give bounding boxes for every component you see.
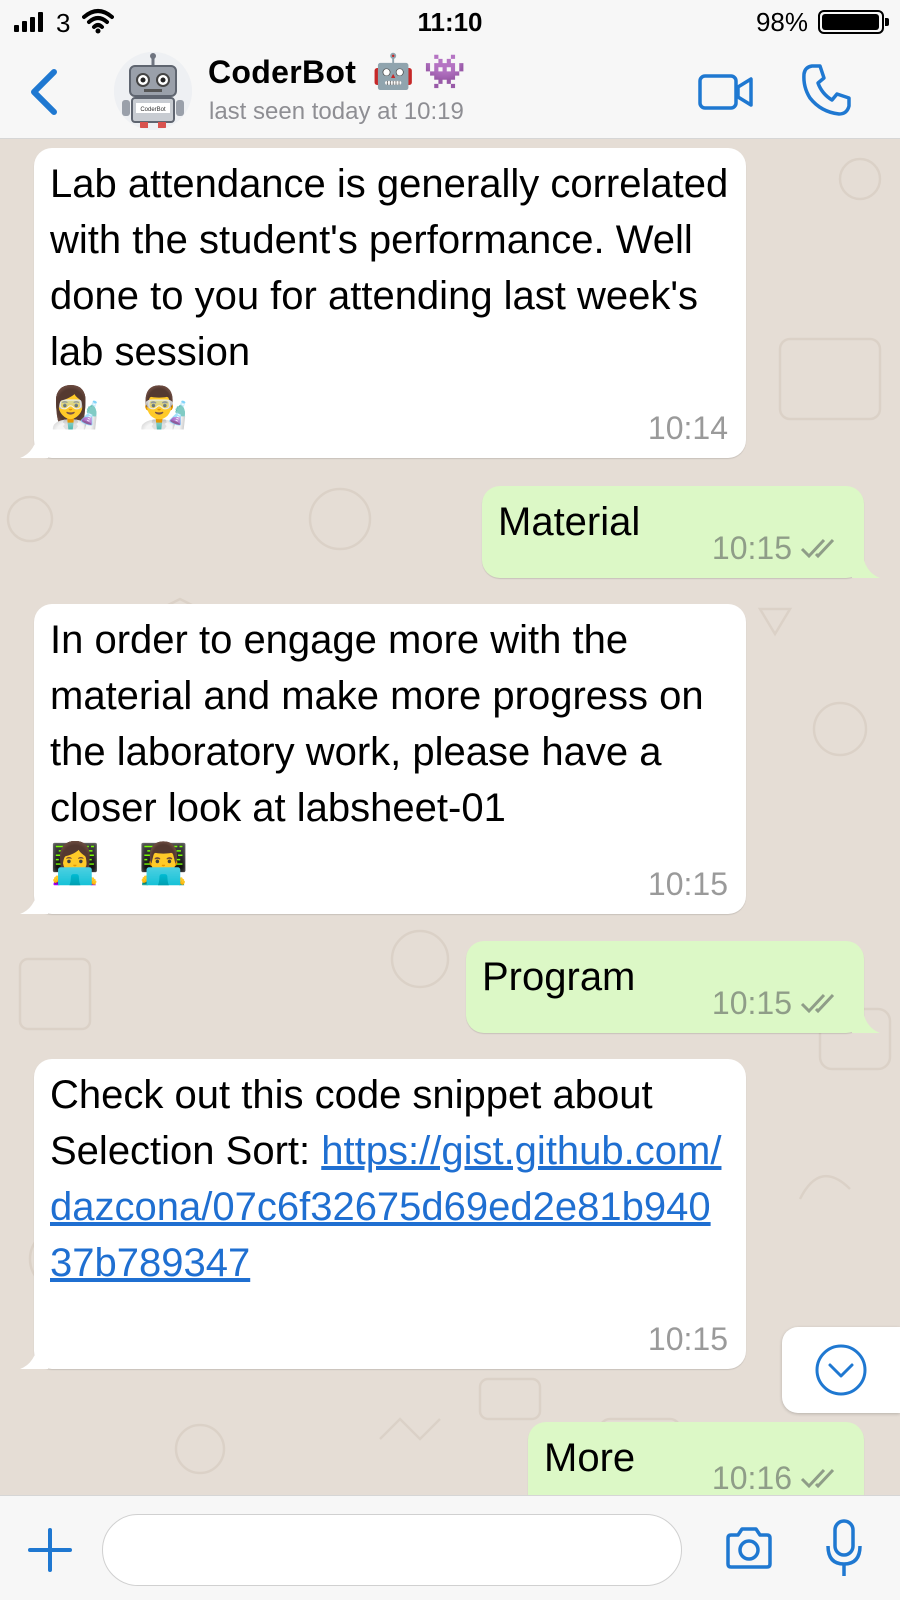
battery-percent: 98% bbox=[755, 7, 808, 37]
last-seen-status: last seen today at 10:19 bbox=[209, 98, 464, 125]
message-bubble-outgoing[interactable]: More 10:16 bbox=[528, 1422, 864, 1495]
video-camera-icon[interactable] bbox=[698, 70, 754, 114]
message-bubble-incoming[interactable]: In order to engage more with the materia… bbox=[20, 604, 746, 914]
message-bubble-incoming[interactable]: Check out this code snippet about Select… bbox=[20, 1059, 746, 1369]
plus-icon[interactable] bbox=[28, 1528, 72, 1572]
message-timestamp: 10:15 bbox=[711, 530, 792, 566]
bubble-tail bbox=[852, 1005, 880, 1033]
message-text: In order to engage more with the materia… bbox=[50, 618, 704, 830]
message-input[interactable] bbox=[102, 1514, 682, 1586]
double-check-read-icon bbox=[800, 1468, 835, 1489]
contact-name-emoji: 🤖 👾 bbox=[372, 53, 467, 91]
avatar[interactable]: CoderBot bbox=[114, 52, 192, 130]
microphone-icon[interactable] bbox=[824, 1518, 864, 1580]
message-bubble-incoming[interactable]: Lab attendance is generally correlated w… bbox=[20, 148, 746, 458]
scroll-to-bottom-button[interactable] bbox=[782, 1327, 900, 1413]
bubble-tail bbox=[20, 886, 48, 914]
status-bar: 3 11:10 98% bbox=[0, 0, 900, 46]
phone-icon[interactable] bbox=[800, 62, 852, 118]
chat-header: CoderBot CoderBot 🤖 👾 last seen today at… bbox=[0, 46, 900, 139]
technologist-emojis: 👩‍💻 👨‍💻 bbox=[50, 842, 203, 886]
double-check-read-icon bbox=[800, 538, 835, 559]
message-timestamp: 10:15 bbox=[647, 866, 728, 902]
message-meta: 10:16 bbox=[712, 1462, 844, 1494]
message-timestamp: 10:14 bbox=[647, 410, 728, 446]
bubble-tail bbox=[20, 430, 48, 458]
bubble-tail bbox=[852, 550, 880, 578]
avatar-label: CoderBot bbox=[140, 107, 166, 113]
message-timestamp: 10:15 bbox=[711, 985, 792, 1021]
bubble-tail bbox=[20, 1341, 48, 1369]
chevron-down-circle-icon bbox=[815, 1344, 867, 1396]
message-text: Check out this code snippet about Select… bbox=[50, 1067, 730, 1291]
message-timestamp: 10:15 bbox=[647, 1321, 728, 1357]
message-bubble-outgoing[interactable]: Program 10:15 bbox=[466, 941, 880, 1033]
message-timestamp: 10:16 bbox=[711, 1460, 792, 1495]
message-meta: 10:15 bbox=[712, 532, 844, 564]
message-meta: 10:15 bbox=[712, 987, 844, 1019]
scientist-emojis: 👩‍🔬 👨‍🔬 bbox=[50, 386, 203, 430]
battery-icon bbox=[818, 10, 889, 34]
chat-area[interactable]: Lab attendance is generally correlated w… bbox=[0, 139, 900, 1495]
double-check-read-icon bbox=[800, 993, 835, 1014]
robot-avatar-icon: CoderBot bbox=[114, 52, 192, 130]
message-input-bar bbox=[0, 1495, 900, 1600]
contact-name[interactable]: CoderBot bbox=[208, 54, 356, 91]
chevron-left-icon[interactable] bbox=[24, 66, 64, 118]
message-text: Lab attendance is generally correlated w… bbox=[50, 162, 729, 374]
message-bubble-outgoing[interactable]: Material 10:15 bbox=[482, 486, 880, 578]
camera-icon[interactable] bbox=[724, 1526, 774, 1570]
